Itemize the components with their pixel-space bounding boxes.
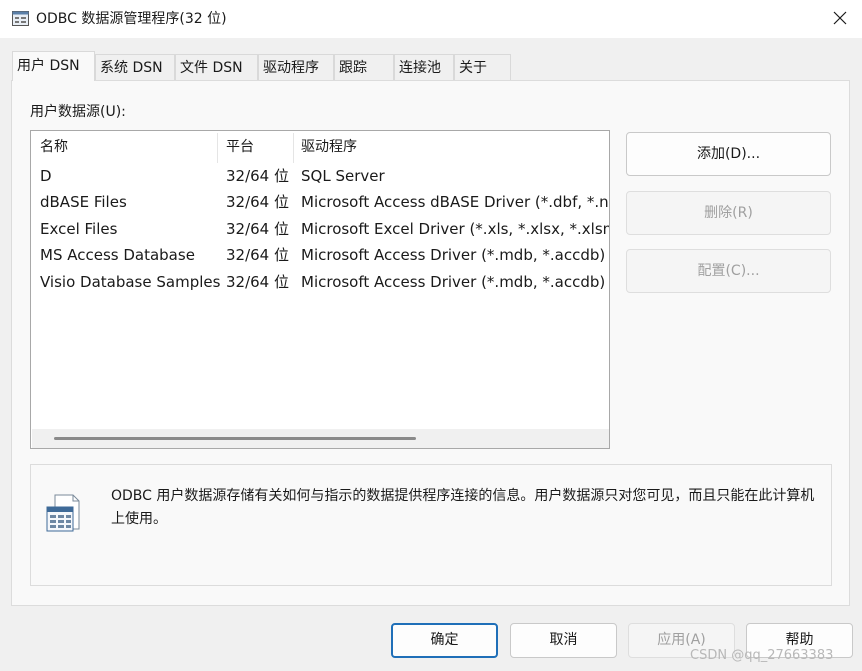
row-driver: Microsoft Access Driver (*.mdb, *.accdb) — [301, 246, 606, 264]
row-platform: 32/64 位 — [226, 167, 289, 185]
user-data-sources-label: 用户数据源(U): — [30, 104, 126, 120]
tab-system-dsn[interactable]: 系统 DSN — [95, 54, 175, 80]
row-driver: Microsoft Access Driver (*.mdb, *.accdb) — [301, 273, 606, 291]
row-platform: 32/64 位 — [226, 273, 289, 291]
row-platform: 32/64 位 — [226, 193, 289, 211]
info-description: ODBC 用户数据源存储有关如何与指示的数据提供程序连接的信息。用户数据源只对您… — [111, 488, 815, 527]
row-name: dBASE Files — [40, 193, 127, 211]
row-name: D — [40, 167, 52, 185]
row-driver: Microsoft Access dBASE Driver (*.dbf, *.… — [301, 193, 610, 211]
tab-connection-pooling[interactable]: 连接池 — [394, 54, 454, 80]
column-header-platform[interactable]: 平台 — [226, 131, 254, 163]
row-name: Excel Files — [40, 220, 118, 238]
window-title: ODBC 数据源管理程序(32 位) — [36, 11, 227, 27]
row-driver: SQL Server — [301, 167, 385, 185]
row-name: MS Access Database — [40, 246, 195, 264]
row-platform: 32/64 位 — [226, 246, 289, 264]
column-header-driver[interactable]: 驱动程序 — [301, 131, 357, 163]
row-platform: 32/64 位 — [226, 220, 289, 238]
tab-user-dsn[interactable]: 用户 DSN — [12, 51, 95, 81]
column-header-name[interactable]: 名称 — [40, 131, 68, 163]
watermark: CSDN @qq_27663383 — [690, 648, 834, 663]
tab-file-dsn[interactable]: 文件 DSN — [175, 54, 258, 80]
odbc-app-icon — [12, 11, 29, 26]
ok-button[interactable]: 确定 — [391, 623, 498, 658]
tab-drivers[interactable]: 驱动程序 — [258, 54, 334, 80]
horizontal-scrollbar[interactable] — [32, 429, 609, 448]
tab-about[interactable]: 关于 — [454, 54, 511, 80]
add-button[interactable]: 添加(D)... — [626, 132, 831, 176]
data-source-icon — [45, 493, 81, 533]
close-icon — [833, 10, 847, 29]
close-button[interactable] — [818, 4, 862, 34]
data-source-list[interactable]: 名称 平台 驱动程序 D 32/64 位 SQL Server dBASE Fi… — [30, 130, 610, 449]
remove-button[interactable]: 删除(R) — [626, 191, 831, 235]
tab-tracing[interactable]: 跟踪 — [334, 54, 394, 80]
row-name: Visio Database Samples — [40, 273, 221, 291]
scrollbar-thumb[interactable] — [54, 437, 416, 440]
row-driver: Microsoft Excel Driver (*.xls, *.xlsx, *… — [301, 220, 610, 238]
configure-button[interactable]: 配置(C)... — [626, 249, 831, 293]
cancel-button[interactable]: 取消 — [510, 623, 617, 658]
